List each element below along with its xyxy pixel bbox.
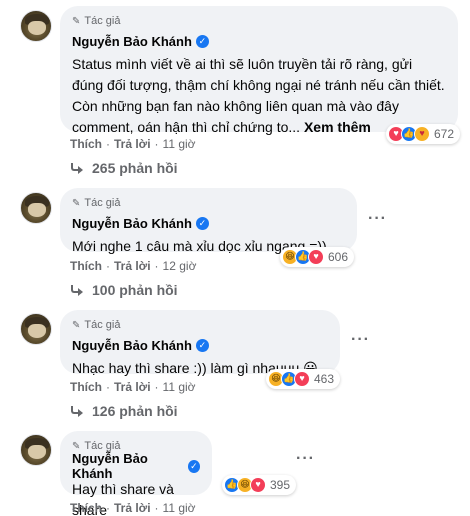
avatar[interactable] xyxy=(20,192,52,224)
pen-icon: ✎ xyxy=(72,319,81,331)
comment-bubble: ✎ Tác giả Nguyễn Bảo Khánh ✓ Hay thì sha… xyxy=(60,431,212,516)
author-tag: ✎ Tác giả xyxy=(72,196,345,210)
timestamp[interactable]: 11 giờ xyxy=(163,380,196,394)
commenter-name[interactable]: Nguyễn Bảo Khánh xyxy=(72,338,192,353)
see-more-link[interactable]: Xem thêm xyxy=(304,119,371,135)
more-options-icon[interactable]: ··· xyxy=(368,210,387,228)
reply-button[interactable]: Trả lời xyxy=(114,501,151,515)
like-button[interactable]: Thích xyxy=(70,259,102,273)
reaction-count: 395 xyxy=(270,478,291,492)
pen-icon: ✎ xyxy=(72,197,81,209)
heart-reaction-icon: ♥ xyxy=(250,477,266,493)
heart-reaction-icon: ♥ xyxy=(294,371,310,387)
reply-arrow-icon xyxy=(70,163,84,174)
commenter-name[interactable]: Nguyễn Bảo Khánh xyxy=(72,216,192,231)
comment-bubble: ✎ Tác giả Nguyễn Bảo Khánh ✓ Mới nghe 1 … xyxy=(60,188,357,254)
reply-arrow-icon xyxy=(70,285,84,296)
avatar[interactable] xyxy=(20,313,52,345)
timestamp[interactable]: 11 giờ xyxy=(163,501,196,515)
timestamp[interactable]: 11 giờ xyxy=(163,137,196,151)
comment-bubble: ✎ Tác giả Nguyễn Bảo Khánh ✓ Nhạc hay th… xyxy=(60,310,340,376)
like-button[interactable]: Thích xyxy=(70,501,102,515)
author-tag: ✎ Tác giả xyxy=(72,14,446,28)
reply-button[interactable]: Trả lời xyxy=(114,137,151,151)
more-options-icon[interactable]: ··· xyxy=(296,450,315,468)
avatar[interactable] xyxy=(20,10,52,42)
comment-bubble: ✎ Tác giả Nguyễn Bảo Khánh ✓ Status mình… xyxy=(60,6,458,135)
timestamp[interactable]: 12 giờ xyxy=(163,259,197,273)
pen-icon: ✎ xyxy=(72,440,81,452)
author-tag-label: Tác giả xyxy=(84,197,121,209)
author-tag-label: Tác giả xyxy=(84,319,121,331)
author-tag: ✎ Tác giả xyxy=(72,318,328,332)
reply-arrow-icon xyxy=(70,406,84,417)
like-button[interactable]: Thích xyxy=(70,380,102,394)
view-replies-button[interactable]: 126 phản hồi xyxy=(70,403,178,419)
reaction-summary[interactable]: ♥ 👍 ♥ 672 xyxy=(386,124,461,144)
reply-button[interactable]: Trả lời xyxy=(114,259,151,273)
verified-badge-icon: ✓ xyxy=(187,459,200,473)
reply-button[interactable]: Trả lời xyxy=(114,380,151,394)
commenter-name[interactable]: Nguyễn Bảo Khánh xyxy=(72,451,184,481)
reaction-summary[interactable]: 😆 👍 ♥ 463 xyxy=(266,369,341,389)
verified-badge-icon: ✓ xyxy=(195,338,209,352)
pen-icon: ✎ xyxy=(72,15,81,27)
author-tag-label: Tác giả xyxy=(84,15,121,27)
avatar[interactable] xyxy=(20,434,52,466)
like-button[interactable]: Thích xyxy=(70,137,102,151)
reaction-summary[interactable]: 😆 👍 ♥ 606 xyxy=(280,247,355,267)
more-options-icon[interactable]: ··· xyxy=(351,331,370,349)
reaction-count: 672 xyxy=(434,127,455,141)
view-replies-button[interactable]: 265 phản hồi xyxy=(70,160,178,176)
verified-badge-icon: ✓ xyxy=(195,216,209,230)
reaction-summary[interactable]: 👍 😆 ♥ 395 xyxy=(222,475,297,495)
commenter-name[interactable]: Nguyễn Bảo Khánh xyxy=(72,34,192,49)
view-replies-button[interactable]: 100 phản hồi xyxy=(70,282,178,298)
reaction-count: 463 xyxy=(314,372,335,386)
verified-badge-icon: ✓ xyxy=(195,34,209,48)
care-reaction-icon: ♥ xyxy=(414,126,430,142)
reaction-count: 606 xyxy=(328,250,349,264)
heart-reaction-icon: ♥ xyxy=(308,249,324,265)
